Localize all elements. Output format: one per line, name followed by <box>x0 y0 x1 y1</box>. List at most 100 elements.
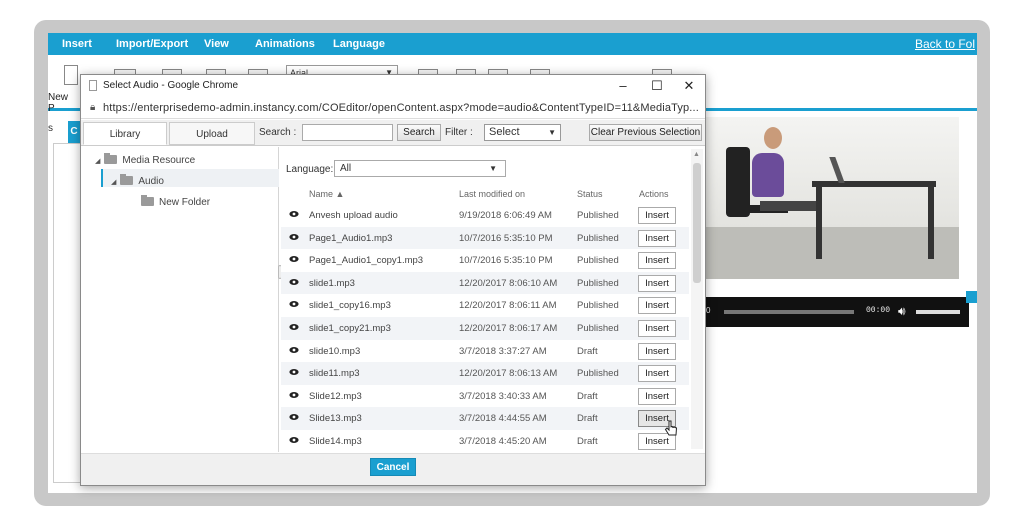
side-tab-c[interactable]: C <box>68 121 80 143</box>
folder-tree: ◢ Media Resource ◢ Audio New Folder <box>81 147 279 452</box>
player-time: 00:00 <box>866 306 891 315</box>
insert-button[interactable]: Insert <box>638 365 676 383</box>
table-row[interactable]: slide1.mp3 12/20/2017 8:06:10 AM Published… <box>281 271 689 295</box>
preview-eye-icon[interactable] <box>289 300 299 308</box>
insert-button[interactable]: Insert <box>638 320 676 337</box>
table-row[interactable]: slide11.mp3 12/20/2017 8:06:13 AM Publishe… <box>281 362 689 385</box>
file-status: Draft <box>577 390 598 402</box>
image-person <box>752 153 784 197</box>
column-header-last-modified[interactable]: Last modified on <box>459 189 525 199</box>
volume-slider[interactable] <box>916 310 960 314</box>
file-status: Published <box>577 232 619 244</box>
top-menu-bar: Insert Import/Export View Animations Lan… <box>48 33 977 55</box>
back-to-folder-link[interactable]: Back to Fol <box>915 33 975 55</box>
new-page-button[interactable]: New P <box>48 65 78 114</box>
list-scrollbar[interactable]: ▲ <box>691 149 703 449</box>
scrollbar-thumb[interactable] <box>693 163 701 283</box>
preview-eye-icon[interactable] <box>289 233 299 241</box>
dialog-footer: Cancel <box>81 453 705 485</box>
tab-upload[interactable]: Upload <box>169 122 255 145</box>
side-tab-s[interactable]: s <box>48 123 54 141</box>
file-status: Published <box>577 323 619 334</box>
file-name: slide1_copy21.mp3 <box>309 323 391 334</box>
slide-image <box>704 117 959 279</box>
table-row[interactable]: Slide14.mp3 3/7/2018 4:45:20 AM Draft Inser… <box>281 430 689 452</box>
column-header-status[interactable]: Status <box>577 189 603 199</box>
scroll-up-icon[interactable]: ▲ <box>693 151 700 158</box>
preview-eye-icon[interactable] <box>289 368 299 376</box>
tree-item-new-folder[interactable]: New Folder <box>141 195 211 208</box>
file-modified-date: 10/7/2016 5:35:10 PM <box>459 232 553 244</box>
table-row[interactable]: Page1_Audio1.mp3 10/7/2016 5:35:10 PM Publ… <box>281 226 689 250</box>
preview-eye-icon[interactable] <box>289 278 299 286</box>
file-status: Published <box>577 210 619 221</box>
tree-item-label: New Folder <box>159 197 211 208</box>
table-row[interactable]: slide1_copy21.mp3 12/20/2017 8:06:17 AM Pu… <box>281 317 689 340</box>
volume-icon[interactable]: 🔊︎ <box>898 304 906 319</box>
select-audio-dialog: Select Audio - Google Chrome – ☐ ✕ 🔒︎ ht… <box>80 74 706 486</box>
tree-item-audio[interactable]: ◢ Audio <box>111 174 164 187</box>
audio-file-list: Language: All ▼ Name ▲ Last modified on … <box>281 147 705 452</box>
preview-eye-icon[interactable] <box>289 391 299 399</box>
file-name: Slide12.mp3 <box>309 390 362 402</box>
filter-label: Filter : <box>445 127 473 138</box>
tab-library[interactable]: Library <box>83 122 167 145</box>
cancel-button[interactable]: Cancel <box>370 458 416 476</box>
table-row[interactable]: Anvesh upload audio 9/19/2018 6:06:49 AM P… <box>281 204 689 227</box>
file-name: slide1.mp3 <box>309 277 355 289</box>
image-legs <box>760 201 820 211</box>
file-status: Published <box>577 277 619 289</box>
filter-select[interactable]: Select ▼ <box>484 124 561 141</box>
menu-import-export[interactable]: Import/Export <box>116 33 188 55</box>
preview-eye-icon[interactable] <box>289 210 299 218</box>
insert-button[interactable]: Insert <box>638 387 676 405</box>
file-modified-date: 12/20/2017 8:06:17 AM <box>459 323 558 334</box>
filter-value: Select <box>489 126 520 138</box>
file-status: Draft <box>577 413 598 425</box>
image-desk <box>812 181 936 187</box>
insert-button[interactable]: Insert <box>638 274 676 292</box>
preview-eye-icon[interactable] <box>289 323 299 331</box>
search-button[interactable]: Search <box>397 124 441 141</box>
menu-language[interactable]: Language <box>333 33 385 55</box>
preview-eye-icon[interactable] <box>289 346 299 354</box>
preview-eye-icon[interactable] <box>289 436 299 444</box>
panel-edge-tab[interactable] <box>966 291 977 303</box>
file-modified-date: 9/19/2018 6:06:49 AM <box>459 210 552 221</box>
language-select[interactable]: All ▼ <box>334 160 506 177</box>
preview-eye-icon[interactable] <box>289 413 299 421</box>
menu-animations[interactable]: Animations <box>255 33 315 55</box>
language-label: Language: <box>286 164 334 175</box>
maximize-icon[interactable]: ☐ <box>647 78 667 94</box>
table-row[interactable]: slide10.mp3 3/7/2018 3:37:27 AM Draft Inser… <box>281 340 689 363</box>
file-modified-date: 10/7/2016 5:35:10 PM <box>459 255 553 267</box>
file-status: Published <box>577 255 619 267</box>
file-name: Anvesh upload audio <box>309 210 398 221</box>
tree-item-media-resource[interactable]: ◢ Media Resource <box>95 153 195 166</box>
folder-icon <box>104 153 118 164</box>
expand-icon[interactable]: ◢ <box>95 158 100 165</box>
minimize-icon[interactable]: – <box>613 78 633 93</box>
table-row[interactable]: Slide12.mp3 3/7/2018 3:40:33 AM Draft Inser… <box>281 385 689 408</box>
close-icon[interactable]: ✕ <box>679 78 699 94</box>
search-input[interactable] <box>302 124 393 141</box>
file-name: slide11.mp3 <box>309 368 360 380</box>
player-progress-bar[interactable] <box>724 310 854 314</box>
insert-button[interactable]: Insert <box>638 207 676 224</box>
insert-button[interactable]: Insert <box>638 229 676 247</box>
insert-button[interactable]: Insert <box>638 342 676 360</box>
menu-view[interactable]: View <box>204 33 229 55</box>
search-label: Search : <box>259 127 297 138</box>
menu-insert[interactable]: Insert <box>62 33 92 55</box>
chevron-down-icon: ▼ <box>548 128 556 137</box>
clear-previous-selection-button[interactable]: Clear Previous Selection <box>589 124 702 141</box>
table-row[interactable]: Page1_Audio1_copy1.mp3 10/7/2016 5:35:10 … <box>281 249 689 272</box>
preview-eye-icon[interactable] <box>289 255 299 263</box>
column-header-name[interactable]: Name ▲ <box>309 189 344 199</box>
expand-icon[interactable]: ◢ <box>111 179 116 186</box>
table-row[interactable]: slide1_copy16.mp3 12/20/2017 8:06:11 AM Pu… <box>281 294 689 317</box>
insert-button[interactable]: Insert <box>638 297 676 315</box>
table-row[interactable]: Slide13.mp3 3/7/2018 4:44:55 AM Draft Inser… <box>281 407 689 430</box>
insert-button[interactable]: Insert <box>638 252 676 270</box>
image-head <box>764 127 782 149</box>
